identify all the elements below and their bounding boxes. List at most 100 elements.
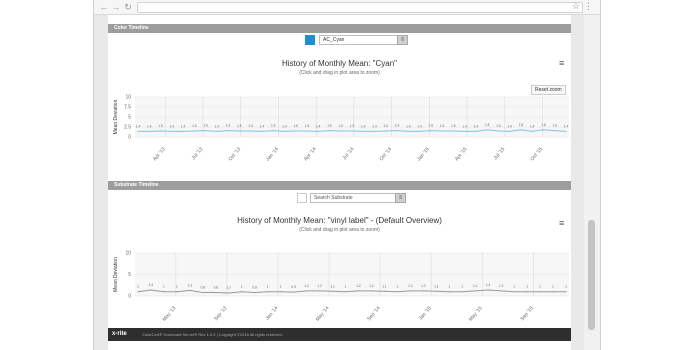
data-point [441, 130, 443, 132]
data-point [241, 291, 243, 293]
data-label: 1.4 [507, 124, 512, 128]
data-label: 1.5 [305, 124, 310, 128]
data-label: 1.4 [474, 124, 479, 128]
data-label: 1.5 [237, 124, 242, 128]
substrate-search-input[interactable]: Search Substrate [310, 193, 396, 203]
x-tick-label: May '14 [315, 305, 331, 322]
data-point [500, 290, 502, 292]
data-label: 0.7 [227, 286, 232, 290]
data-label: 1.8 [541, 123, 546, 127]
data-point [254, 291, 256, 294]
data-label: 1.5 [451, 124, 456, 128]
scorecard-page: Color Timeline AC_Cyan ≡ History of Mont… [108, 15, 571, 350]
data-label: 1.4 [406, 124, 411, 128]
data-label: 1.4 [215, 124, 220, 128]
data-label: 1 [448, 285, 450, 289]
data-label: 1 [552, 285, 554, 289]
data-label: 1.2 [421, 284, 426, 288]
data-point [216, 130, 218, 132]
color-select[interactable]: AC_Cyan [319, 35, 398, 45]
x-tick-label: Oct '13 [228, 146, 243, 162]
data-label: 1.8 [485, 123, 490, 127]
vertical-dots-icon[interactable]: ⋮ [584, 1, 593, 12]
cyan-chart-subtitle: (Click and drag in plot area to zoom) [299, 70, 380, 76]
data-point [565, 291, 567, 293]
data-point [409, 290, 411, 292]
data-label: 1.8 [519, 123, 524, 127]
data-label: 1.2 [369, 284, 374, 288]
data-point [565, 130, 567, 132]
vertical-scrollbar[interactable] [584, 15, 600, 350]
y-tick-label: 10 [125, 251, 131, 257]
data-label: 1 [176, 285, 178, 289]
data-point [396, 291, 398, 293]
vinyl-history-chart[interactable]: 0 5 10 May '13 Sep '13 Jan '14 May '14 Sep '14 J… [108, 233, 571, 323]
x-tick-label: May '13 [162, 305, 178, 322]
star-icon[interactable]: ☆ [572, 1, 580, 12]
data-point [193, 130, 195, 132]
x-tick-label: Jan '14 [265, 146, 280, 162]
forward-arrow-icon[interactable]: → [111, 2, 121, 12]
data-point [328, 130, 331, 132]
data-label: 0.8 [253, 286, 258, 290]
data-label: 1 [137, 285, 139, 289]
data-point [497, 130, 500, 132]
data-point [452, 130, 454, 132]
data-label: 1.2 [408, 284, 413, 288]
vinyl-chart-menu-icon[interactable]: ≡ [559, 218, 564, 228]
data-point [430, 130, 432, 132]
cyan-chart-menu-icon[interactable]: ≡ [559, 58, 564, 68]
data-label: 1.6 [553, 124, 558, 128]
data-point [351, 130, 353, 132]
substrate-timeline-header: Substrate Timeline [108, 181, 571, 190]
data-point [306, 290, 308, 292]
data-label: 1.4 [462, 124, 467, 128]
footer-copyright: ColorCert® Scorecard Server® Rev 1.0.0 |… [142, 332, 283, 337]
scrollbar-thumb[interactable] [588, 220, 595, 330]
data-point [486, 129, 488, 131]
x-tick-label: Jan '14 [265, 305, 280, 321]
data-point [370, 290, 373, 292]
data-label: 1.4 [147, 124, 152, 128]
color-swatch [305, 35, 315, 45]
y-tick-label: 10 [125, 95, 131, 101]
reload-icon[interactable]: ↻ [123, 2, 133, 12]
data-label: 1 [513, 285, 515, 289]
cyan-history-chart[interactable]: 0 2.5 5 7.5 10 Apr '13 Jul '13 Oct '13 Jan '14 Ap… [108, 77, 571, 187]
browser-toolbar: ← → ↻ ☆ ⋮ [94, 0, 600, 15]
x-tick-label: Sep '15 [519, 305, 535, 322]
color-timeline-header: Color Timeline [108, 24, 571, 33]
x-tick-label: Jan '15 [418, 305, 433, 321]
data-label: 1.2 [356, 284, 361, 288]
x-tick-label: Jul '13 [191, 146, 205, 161]
data-point [435, 290, 437, 292]
data-label: 1.4 [372, 124, 377, 128]
data-label: 1 [280, 285, 282, 289]
y-tick-label: 5 [128, 115, 131, 121]
data-point [448, 291, 450, 293]
data-label: 1 [267, 285, 269, 289]
data-label: 1.4 [417, 124, 422, 128]
substrate-select-dropdown-button[interactable]: ≡ [395, 193, 406, 203]
data-point [531, 130, 533, 132]
data-label: 1.6 [395, 124, 400, 128]
data-label: 1.5 [248, 124, 253, 128]
data-label: 1.6 [271, 124, 276, 128]
color-select-dropdown-button[interactable]: ≡ [397, 35, 408, 45]
data-point [283, 130, 286, 132]
address-bar[interactable] [137, 2, 583, 13]
xrite-logo: x-rite [112, 331, 127, 337]
data-point [306, 130, 308, 132]
x-tick-label: Apr '14 [303, 146, 318, 162]
data-point [373, 130, 376, 132]
data-label: 1.1 [382, 284, 387, 288]
data-label: 1.5 [440, 124, 445, 128]
data-point [422, 290, 424, 292]
data-point [362, 130, 364, 132]
data-point [215, 291, 217, 294]
data-point [159, 130, 162, 132]
data-point [261, 130, 263, 132]
page-footer: x-rite ColorCert® Scorecard Server® Rev … [108, 328, 571, 341]
back-arrow-icon[interactable]: ← [99, 2, 109, 12]
x-tick-label: Oct '15 [529, 146, 544, 162]
